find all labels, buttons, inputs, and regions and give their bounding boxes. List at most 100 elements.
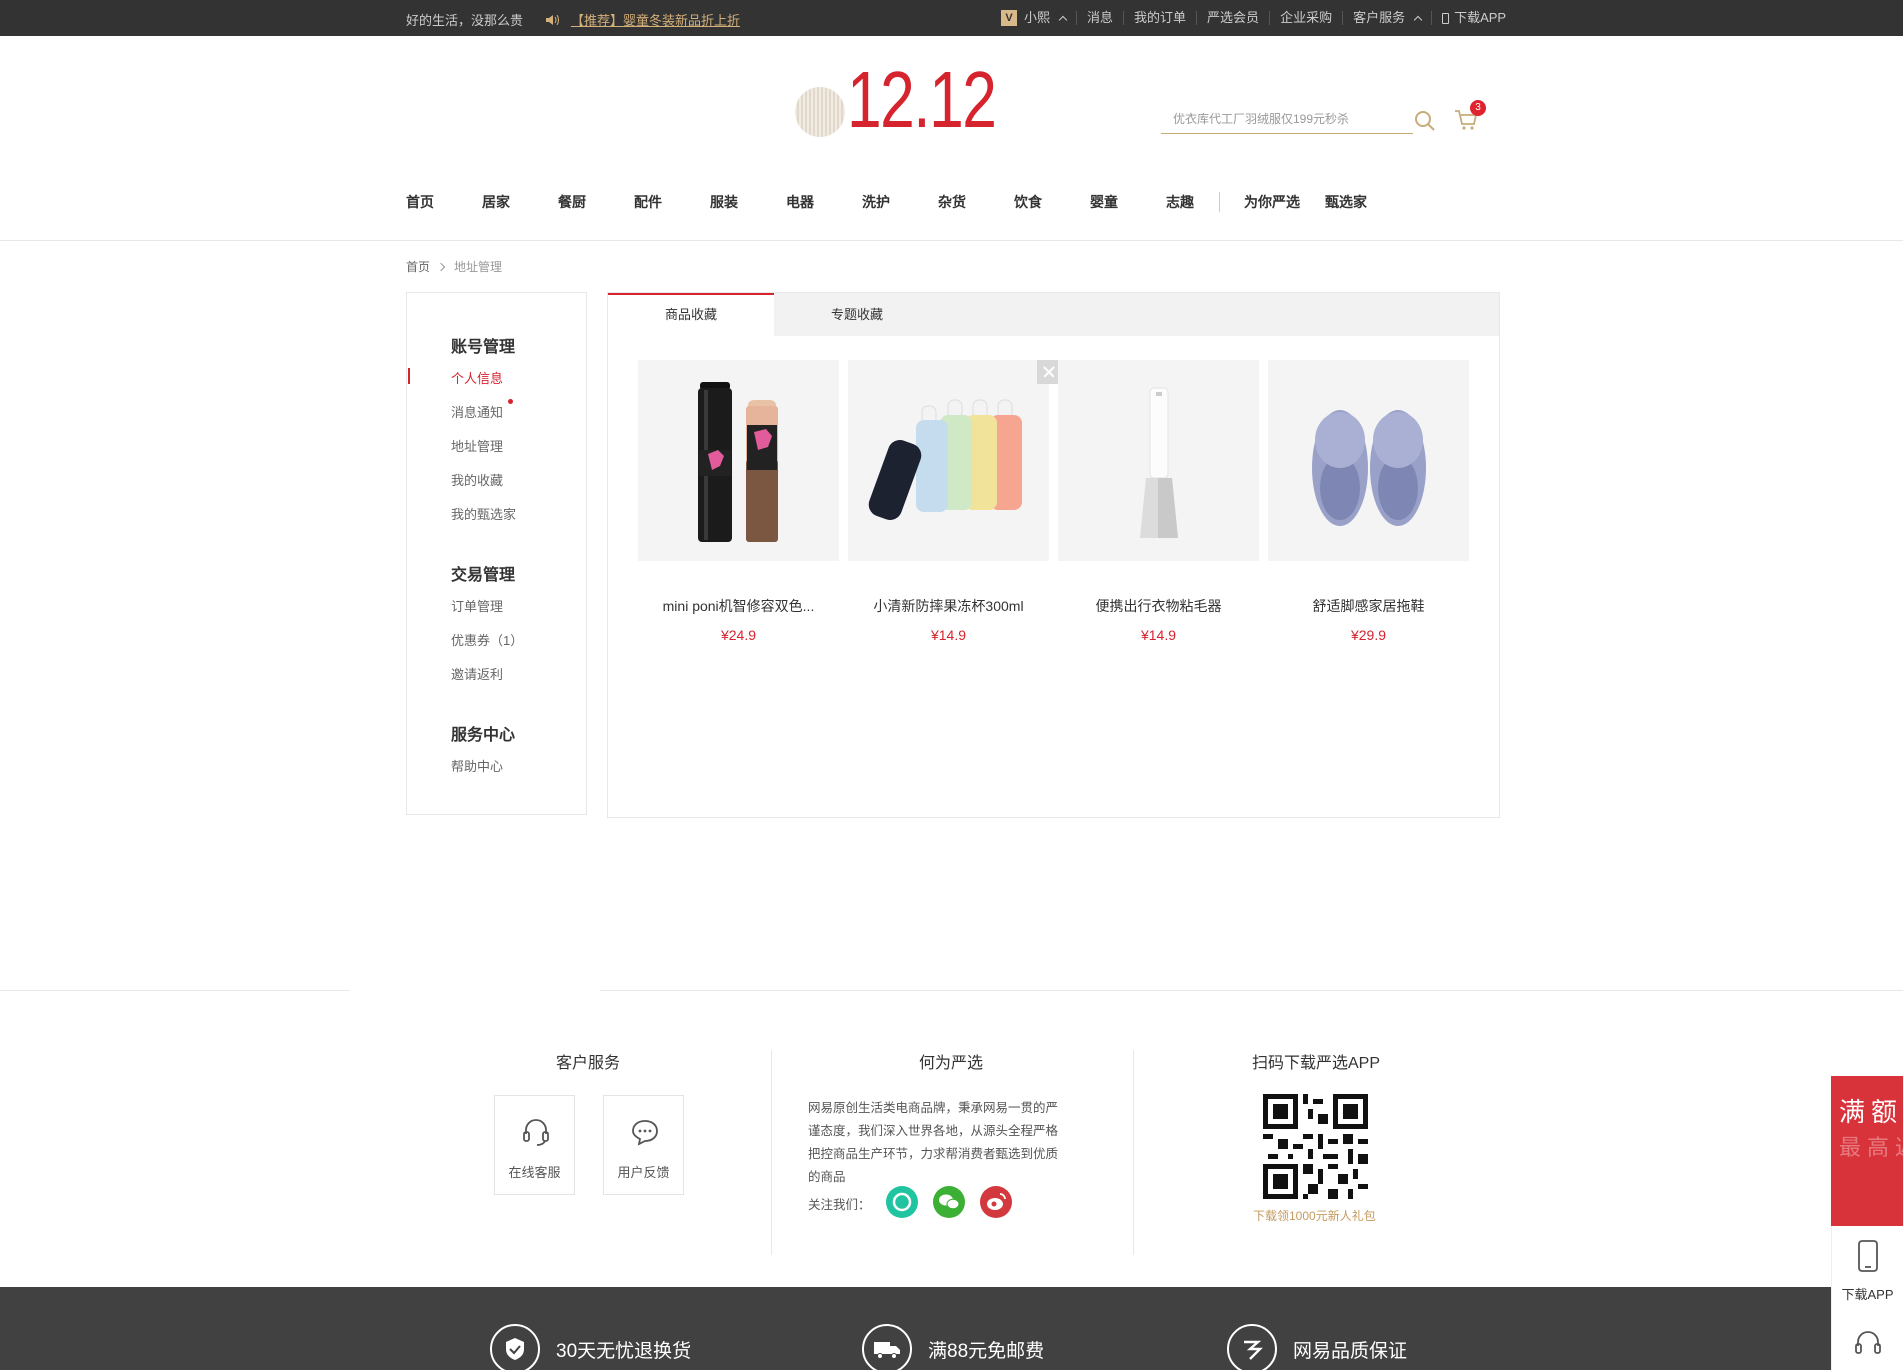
top-bar: 好的生活，没那么贵 【推荐】婴童冬装新品折上折 V 小熙 消息 我的订单 严选会员… xyxy=(0,0,1903,36)
follow-us-label: 关注我们： xyxy=(808,1198,871,1212)
download-app-link[interactable]: 下载APP xyxy=(1431,11,1516,25)
logo[interactable]: 12.12 xyxy=(795,55,997,144)
online-service-label: 在线客服 xyxy=(508,1165,561,1180)
download-app-label: 下载APP xyxy=(1454,10,1507,25)
nav-item-sundries[interactable]: 杂货 xyxy=(938,192,1014,212)
footer-divider xyxy=(600,990,1903,991)
bottles-image xyxy=(868,399,1022,521)
product-image[interactable] xyxy=(848,360,1049,561)
nav-item-appliances[interactable]: 电器 xyxy=(786,192,862,212)
product-price: ¥14.9 xyxy=(1140,627,1177,643)
logo-text: 12.12 xyxy=(847,55,997,144)
nav-item-home-living[interactable]: 居家 xyxy=(482,192,558,212)
header-divider xyxy=(0,240,1903,241)
promo-line-1: 满额 xyxy=(1839,1097,1903,1127)
guarantee-quality: 网易品质保证 xyxy=(1227,1324,1407,1370)
chevron-right-icon xyxy=(436,262,446,271)
wechat-icon[interactable] xyxy=(933,1186,965,1218)
promo-link[interactable]: 【推荐】婴童冬装新品折上折 xyxy=(571,10,740,29)
nav-item-accessories[interactable]: 配件 xyxy=(634,192,710,212)
guarantee-returns-label: 30天无忧退换货 xyxy=(556,1340,692,1362)
footer-app-title: 扫码下载严选APP xyxy=(1252,1055,1381,1072)
tab-topic-favorites[interactable]: 专题收藏 xyxy=(774,293,940,336)
app-gift-caption[interactable]: 下载领1000元新人礼包 xyxy=(1253,1207,1376,1224)
tab-product-favorites[interactable]: 商品收藏 xyxy=(608,293,774,336)
customer-service-label: 客户服务 xyxy=(1353,10,1406,25)
sidebar-item-referral[interactable]: 邀请返利 xyxy=(451,664,503,683)
search-box xyxy=(1161,108,1435,134)
product-card[interactable]: mini poni机智修容双色... ¥24.9 xyxy=(638,360,839,643)
group-title-account: 账号管理 xyxy=(451,339,516,356)
promo-line-2: 最高返 xyxy=(1839,1135,1903,1160)
feedback-label: 用户反馈 xyxy=(617,1165,670,1180)
download-app-side-label[interactable]: 下载APP xyxy=(1832,1284,1903,1303)
product-price: ¥14.9 xyxy=(930,627,967,643)
weibo-icon[interactable] xyxy=(980,1186,1012,1218)
product-card[interactable]: 便携出行衣物粘毛器 ¥14.9 xyxy=(1058,360,1259,643)
nav-item-food[interactable]: 饮食 xyxy=(1014,192,1090,212)
netease-social-icon[interactable] xyxy=(886,1186,918,1218)
nav-item-curators[interactable]: 甄选家 xyxy=(1325,192,1385,212)
messages-link[interactable]: 消息 xyxy=(1076,11,1123,25)
group-title-transactions: 交易管理 xyxy=(451,567,516,584)
product-card[interactable]: 舒适脚感家居拖鞋 ¥29.9 xyxy=(1268,360,1469,643)
product-image[interactable] xyxy=(638,360,839,561)
search-icon[interactable] xyxy=(1414,110,1436,132)
headset-icon[interactable] xyxy=(1852,1328,1884,1360)
feedback-button[interactable]: 用户反馈 xyxy=(603,1095,684,1195)
nav-item-personal-care[interactable]: 洗护 xyxy=(862,192,938,212)
sidebar-item-addresses[interactable]: 地址管理 xyxy=(451,436,503,455)
mobile-phone-icon[interactable] xyxy=(1857,1240,1879,1272)
cart-count-badge: 3 xyxy=(1470,100,1486,116)
sidebar-item-favorites[interactable]: 我的收藏 xyxy=(451,470,503,489)
sidebar-item-coupons[interactable]: 优惠券（1） xyxy=(451,630,523,649)
breadcrumb: 首页 地址管理 xyxy=(406,258,502,275)
nav-item-clothing[interactable]: 服装 xyxy=(710,192,786,212)
nav-item-hobbies[interactable]: 志趣 xyxy=(1166,192,1219,212)
sidebar-item-help[interactable]: 帮助中心 xyxy=(451,756,503,775)
account-sidebar: 账号管理 个人信息 消息通知 地址管理 我的收藏 我的甄选家 交易管理 订单管理… xyxy=(406,292,587,815)
nav-item-for-you[interactable]: 为你严选 xyxy=(1220,192,1325,212)
sidebar-item-profile[interactable]: 个人信息 xyxy=(451,368,503,387)
product-card[interactable]: 小清新防摔果冻杯300ml ¥14.9 xyxy=(848,360,1061,643)
online-service-button[interactable]: 在线客服 xyxy=(494,1095,575,1195)
user-menu[interactable]: V 小熙 xyxy=(1001,10,1076,26)
guarantee-shipping: 满88元免邮费 xyxy=(862,1324,1044,1370)
nav-item-home[interactable]: 首页 xyxy=(406,192,482,212)
shield-check-icon xyxy=(490,1324,540,1370)
customer-service-menu[interactable]: 客户服务 xyxy=(1342,11,1431,25)
product-image[interactable] xyxy=(1058,360,1259,561)
contour-stick-image xyxy=(698,382,778,542)
nav-item-kitchen[interactable]: 餐厨 xyxy=(558,192,634,212)
breadcrumb-home[interactable]: 首页 xyxy=(406,258,430,275)
sidebar-item-curator[interactable]: 我的甄选家 xyxy=(451,504,516,523)
footer-about-title: 何为严选 xyxy=(919,1055,984,1072)
membership-link[interactable]: 严选会员 xyxy=(1196,11,1269,25)
product-image[interactable] xyxy=(1268,360,1469,561)
product-title[interactable]: 舒适脚感家居拖鞋 xyxy=(1268,596,1469,616)
favorites-panel: 商品收藏 专题收藏 mini poni机智修容双色... ¥24.9 小清新防摔… xyxy=(607,292,1500,818)
product-title[interactable]: 便携出行衣物粘毛器 xyxy=(1058,596,1259,616)
floating-promo-banner[interactable]: 满额 最高返 xyxy=(1831,1076,1903,1226)
product-price: ¥29.9 xyxy=(1350,627,1387,643)
product-title[interactable]: mini poni机智修容双色... xyxy=(638,596,839,616)
my-orders-link[interactable]: 我的订单 xyxy=(1123,11,1196,25)
logo-disc xyxy=(795,87,845,137)
enterprise-link[interactable]: 企业采购 xyxy=(1269,11,1342,25)
product-title[interactable]: 小清新防摔果冻杯300ml xyxy=(848,596,1049,616)
chat-bubble-icon xyxy=(632,1120,658,1146)
sidebar-item-notifications[interactable]: 消息通知 xyxy=(451,402,503,421)
sidebar-item-orders[interactable]: 订单管理 xyxy=(451,596,503,615)
guarantee-returns: 30天无忧退换货 xyxy=(490,1324,691,1370)
top-links: V 小熙 消息 我的订单 严选会员 企业采购 客户服务 下载APP xyxy=(1001,0,1516,36)
nav-item-baby[interactable]: 婴童 xyxy=(1090,192,1166,212)
lint-roller-image xyxy=(1140,387,1178,538)
cart-button[interactable]: 3 xyxy=(1454,100,1486,132)
vip-badge-icon: V xyxy=(1001,10,1017,26)
footer-column-divider xyxy=(771,1050,772,1255)
search-input[interactable] xyxy=(1161,108,1391,130)
group-title-service: 服务中心 xyxy=(451,727,516,744)
headset-icon xyxy=(523,1119,549,1146)
main-nav: 首页 居家 餐厨 配件 服装 电器 洗护 杂货 饮食 婴童 志趣 为你严选 甄选… xyxy=(406,190,1385,214)
qr-code xyxy=(1263,1094,1368,1199)
